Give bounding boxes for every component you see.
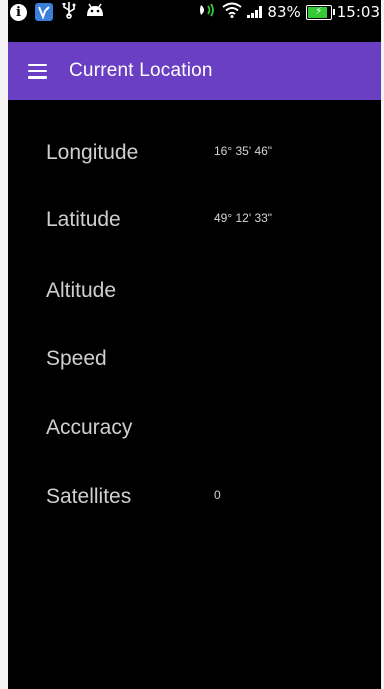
usb-icon <box>61 1 77 23</box>
longitude-label: Longitude <box>46 141 139 164</box>
system-indicators: 83% ⚡ 15:03 <box>197 1 380 23</box>
screen-bezel-left <box>0 0 8 689</box>
accuracy-label: Accuracy <box>46 416 133 439</box>
satellites-label: Satellites <box>46 485 132 508</box>
speed-label: Speed <box>46 347 107 370</box>
app-notification-icon <box>35 3 53 21</box>
app-screen: i 83% ⚡ 15:03 Current Location Longitude… <box>0 0 384 689</box>
status-gap <box>8 24 381 42</box>
location-details: Longitude 16° 35' 46" Latitude 49° 12' 3… <box>8 100 381 689</box>
android-debug-icon <box>85 3 105 21</box>
battery-percent: 83% <box>267 3 301 21</box>
battery-charging-icon: ⚡ <box>305 4 335 20</box>
altitude-label: Altitude <box>46 279 117 302</box>
app-toolbar: Current Location <box>8 42 381 100</box>
latitude-label: Latitude <box>46 208 121 231</box>
latitude-value: 49° 12' 33" <box>214 211 273 225</box>
info-icon: i <box>10 3 27 21</box>
longitude-value: 16° 35' 46" <box>214 144 273 158</box>
page-title: Current Location <box>69 60 213 81</box>
satellites-value: 0 <box>214 488 221 502</box>
status-time: 15:03 <box>336 3 380 21</box>
wifi-icon <box>222 2 243 22</box>
status-bar: i 83% ⚡ 15:03 <box>0 0 384 24</box>
cell-signal-icon <box>247 6 263 18</box>
hamburger-menu-icon[interactable] <box>28 63 47 79</box>
nfc-icon <box>197 1 217 23</box>
notification-icons: i <box>10 1 105 23</box>
